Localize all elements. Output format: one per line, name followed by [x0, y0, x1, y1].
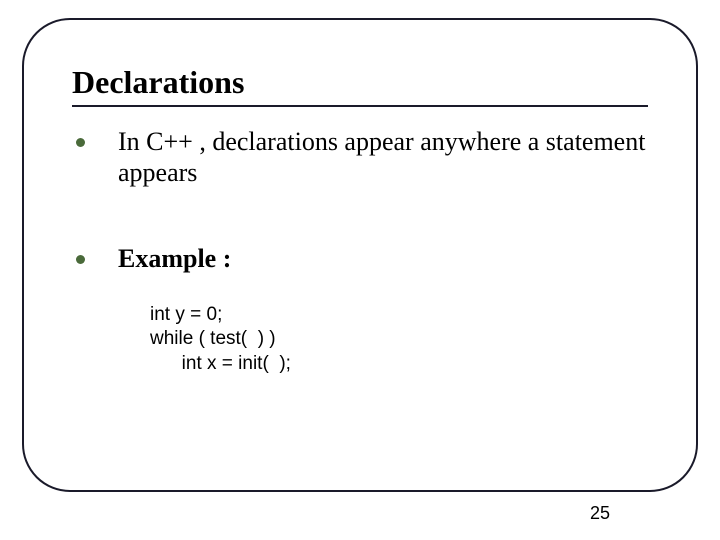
bullet-list: In C++ , declarations appear anywhere a … [72, 127, 648, 275]
slide: Declarations In C++ , declarations appea… [0, 0, 720, 540]
bullet-item: In C++ , declarations appear anywhere a … [72, 127, 648, 188]
slide-frame: Declarations In C++ , declarations appea… [22, 18, 698, 492]
title-underline [72, 105, 648, 107]
bullet-text: In C++ , declarations appear anywhere a … [118, 127, 645, 187]
bullet-icon [76, 255, 85, 264]
page-number: 25 [590, 503, 610, 524]
bullet-text: Example : [118, 244, 231, 273]
code-block: int y = 0; while ( test( ) ) int x = ini… [150, 303, 648, 376]
bullet-icon [76, 138, 85, 147]
bullet-item: Example : [72, 244, 648, 275]
slide-title: Declarations [72, 64, 648, 101]
